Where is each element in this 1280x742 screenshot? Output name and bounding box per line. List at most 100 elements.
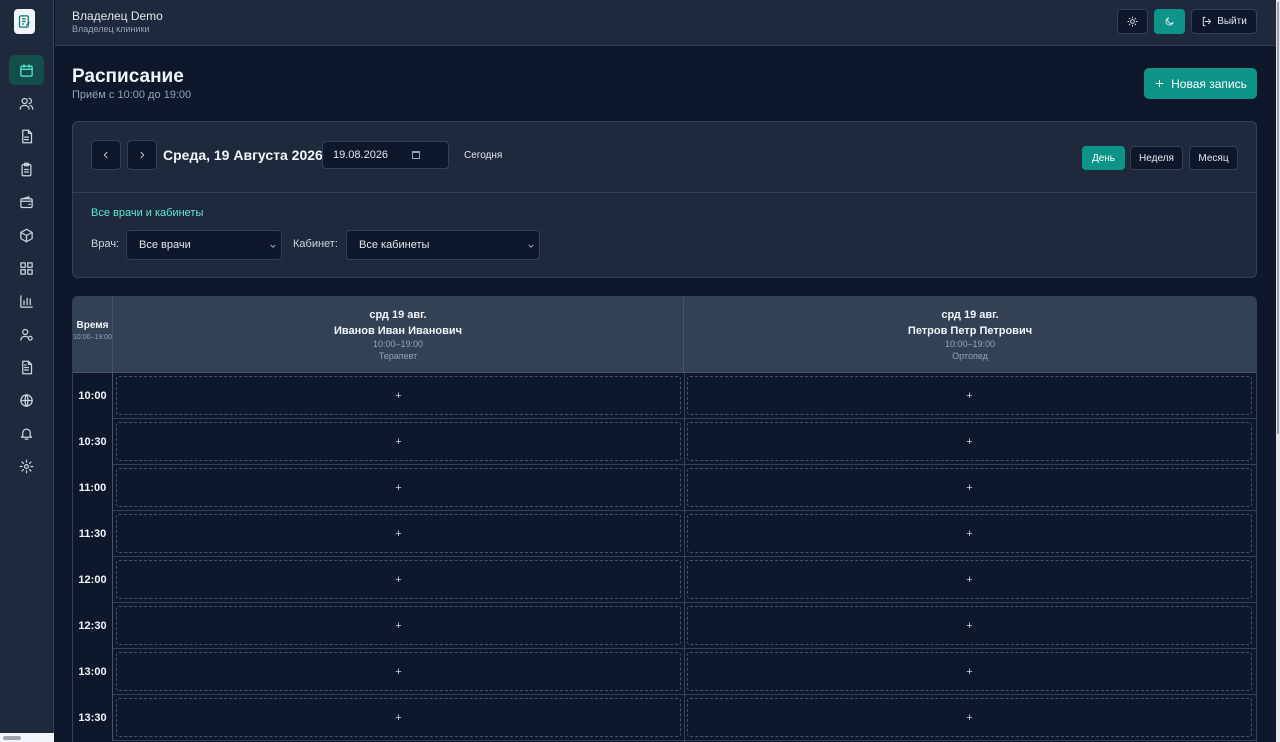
date-input[interactable] bbox=[322, 141, 449, 169]
add-slot-button[interactable]: + bbox=[687, 468, 1252, 507]
today-button[interactable]: Сегодня bbox=[464, 150, 502, 161]
box-icon bbox=[20, 228, 33, 242]
add-slot-button[interactable]: + bbox=[687, 514, 1252, 553]
doctor-select[interactable]: Все врачи bbox=[126, 230, 282, 260]
grid-header: Время 10:00–19:00 срд 19 авг. Иванов Ива… bbox=[73, 297, 1256, 373]
chevron-down-icon bbox=[270, 244, 276, 248]
chevron-left-icon bbox=[103, 151, 108, 159]
view-week-button[interactable]: Неделя bbox=[1130, 146, 1183, 170]
time-column-header: Время 10:00–19:00 bbox=[73, 297, 113, 373]
sidebar-scrollbar[interactable] bbox=[0, 733, 54, 742]
view-month-button[interactable]: Месяц bbox=[1189, 146, 1238, 170]
sidebar-item-templates[interactable] bbox=[9, 352, 44, 382]
sidebar-item-finance[interactable] bbox=[9, 187, 44, 217]
room-filter-label: Кабинет: bbox=[293, 238, 338, 250]
document-icon bbox=[22, 129, 33, 143]
doctor-hours: 10:00–19:00 bbox=[372, 339, 424, 349]
grid-icon bbox=[20, 261, 33, 275]
chevron-down-icon bbox=[528, 244, 534, 248]
new-appointment-label: Новая запись bbox=[1171, 76, 1247, 91]
table-row: 10:00 + + bbox=[73, 373, 1256, 419]
logo-icon[interactable] bbox=[14, 9, 35, 34]
add-slot-button[interactable]: + bbox=[687, 698, 1252, 737]
view-day-button[interactable]: День bbox=[1082, 146, 1125, 170]
sidebar-item-records[interactable] bbox=[9, 154, 44, 184]
dark-theme-button[interactable] bbox=[1154, 9, 1185, 34]
current-date-title: Среда, 19 Августа 2026 bbox=[163, 147, 323, 163]
doctor-filter-label: Врач: bbox=[91, 238, 120, 250]
add-slot-button[interactable]: + bbox=[116, 698, 681, 737]
sidebar-item-settings[interactable] bbox=[9, 451, 44, 481]
file-text-icon bbox=[22, 360, 33, 374]
sidebar-item-notifications[interactable] bbox=[9, 418, 44, 448]
time-header-label: Время bbox=[76, 320, 109, 331]
wallet-icon bbox=[20, 195, 33, 208]
next-day-button[interactable] bbox=[127, 140, 157, 170]
add-slot-button[interactable]: + bbox=[116, 606, 681, 645]
sidebar-item-website[interactable] bbox=[9, 385, 44, 415]
time-label: 11:30 bbox=[73, 511, 113, 557]
globe-icon bbox=[20, 393, 33, 407]
time-label: 10:00 bbox=[73, 373, 113, 419]
logout-icon bbox=[1203, 16, 1212, 27]
all-doctors-rooms-link[interactable]: Все врачи и кабинеты bbox=[91, 207, 203, 219]
sidebar-item-services[interactable] bbox=[9, 253, 44, 283]
sidebar-item-documents[interactable] bbox=[9, 121, 44, 151]
doctor-column-header: срд 19 авг. Петров Петр Петрович 10:00–1… bbox=[684, 297, 1256, 373]
add-slot-button[interactable]: + bbox=[687, 606, 1252, 645]
table-row: 12:00 + + bbox=[73, 557, 1256, 603]
clipboard-icon bbox=[21, 162, 32, 176]
sun-icon bbox=[1127, 16, 1138, 27]
page-scrollbar[interactable] bbox=[1276, 0, 1280, 742]
add-slot-button[interactable]: + bbox=[116, 422, 681, 461]
doctor-name: Петров Петр Петрович bbox=[907, 325, 1033, 337]
sidebar-item-staff[interactable] bbox=[9, 319, 44, 349]
sidebar bbox=[0, 0, 54, 742]
add-slot-button[interactable]: + bbox=[687, 376, 1252, 415]
scrollbar-thumb[interactable] bbox=[1277, 2, 1279, 434]
sidebar-item-inventory[interactable] bbox=[9, 220, 44, 250]
prev-day-button[interactable] bbox=[91, 140, 121, 170]
add-slot-button[interactable]: + bbox=[116, 514, 681, 553]
add-slot-button[interactable]: + bbox=[116, 468, 681, 507]
bell-icon bbox=[20, 428, 33, 440]
time-label: 12:30 bbox=[73, 603, 113, 649]
light-theme-button[interactable] bbox=[1117, 9, 1148, 34]
doctor-specialty: Ортопед bbox=[952, 351, 988, 361]
add-slot-button[interactable]: + bbox=[116, 652, 681, 691]
sidebar-item-schedule[interactable] bbox=[9, 55, 44, 85]
doctor-date: срд 19 авг. bbox=[941, 309, 999, 321]
add-slot-button[interactable]: + bbox=[116, 376, 681, 415]
doctor-name: Иванов Иван Иванович bbox=[333, 325, 463, 337]
logout-button[interactable]: Выйти bbox=[1191, 9, 1257, 34]
new-appointment-button[interactable]: Новая запись bbox=[1144, 68, 1257, 99]
user-settings-icon bbox=[20, 328, 33, 341]
time-label: 13:00 bbox=[73, 649, 113, 695]
add-slot-button[interactable]: + bbox=[687, 422, 1252, 461]
user-role: Владелец клиники bbox=[72, 24, 150, 34]
scrollbar-thumb[interactable] bbox=[3, 736, 21, 740]
table-row: 11:30 + + bbox=[73, 511, 1256, 557]
schedule-toolbar: Среда, 19 Августа 2026 Сегодня День Неде… bbox=[72, 121, 1257, 278]
gear-icon bbox=[19, 459, 34, 473]
time-label: 12:00 bbox=[73, 557, 113, 603]
calendar-picker-icon[interactable] bbox=[412, 151, 420, 159]
doctor-column-header: срд 19 авг. Иванов Иван Иванович 10:00–1… bbox=[113, 297, 684, 373]
column-divider bbox=[684, 373, 685, 742]
add-slot-button[interactable]: + bbox=[687, 560, 1252, 599]
sidebar-item-patients[interactable] bbox=[9, 88, 44, 118]
plus-icon bbox=[1155, 79, 1164, 88]
sidebar-item-reports[interactable] bbox=[9, 286, 44, 316]
calendar-icon bbox=[20, 63, 33, 77]
doctor-specialty: Терапевт bbox=[378, 351, 418, 361]
room-select[interactable]: Все кабинеты bbox=[346, 230, 540, 260]
time-label: 13:30 bbox=[73, 695, 113, 741]
users-icon bbox=[19, 97, 34, 110]
divider bbox=[73, 192, 1256, 193]
room-select-value: Все кабинеты bbox=[359, 239, 430, 251]
doctor-select-value: Все врачи bbox=[139, 239, 191, 251]
schedule-grid: Время 10:00–19:00 срд 19 авг. Иванов Ива… bbox=[72, 296, 1257, 742]
add-slot-button[interactable]: + bbox=[687, 652, 1252, 691]
topbar: Владелец Demo Владелец клиники Выйти bbox=[55, 0, 1276, 46]
add-slot-button[interactable]: + bbox=[116, 560, 681, 599]
